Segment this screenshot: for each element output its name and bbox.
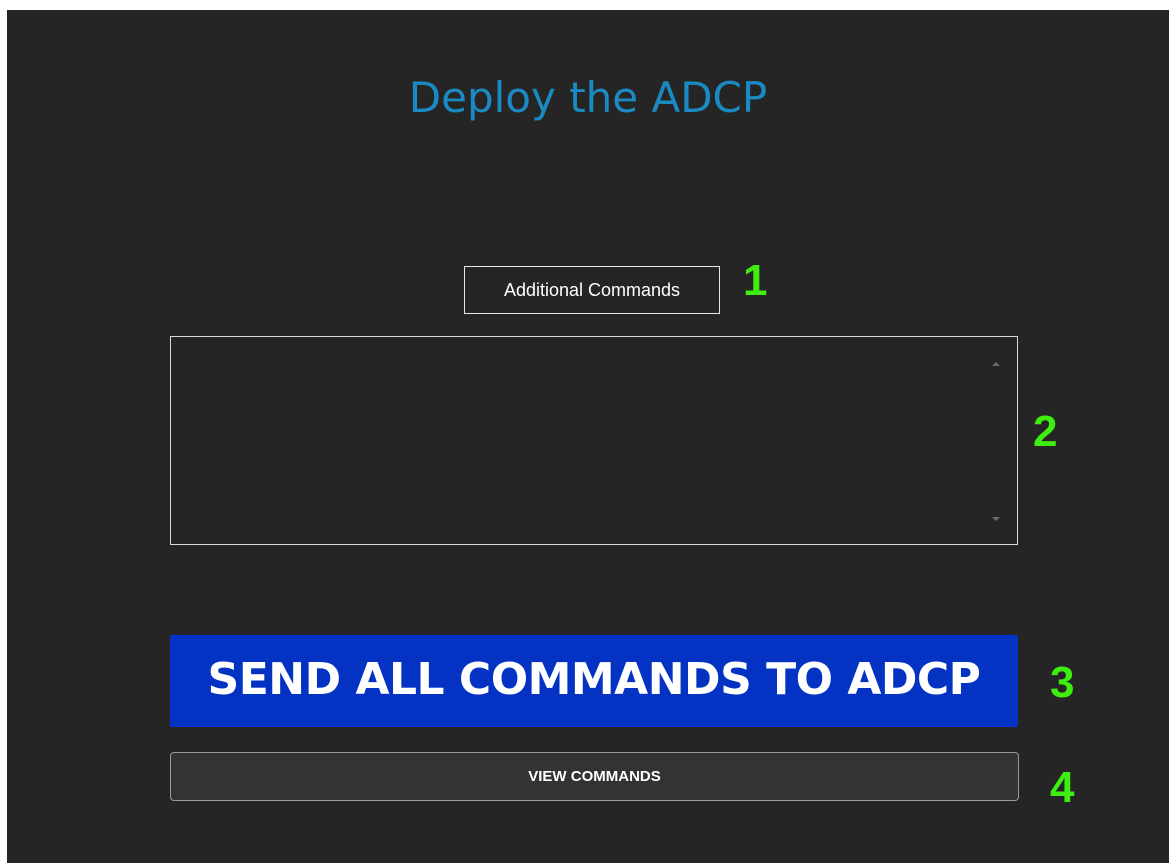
additional-commands-textarea[interactable] bbox=[170, 336, 1018, 545]
scroll-down-arrow-icon[interactable] bbox=[992, 517, 1000, 521]
page-title: Deploy the ADCP bbox=[408, 73, 768, 122]
annotation-marker-3: 3 bbox=[1050, 658, 1075, 707]
view-commands-button[interactable]: VIEW COMMANDS bbox=[170, 752, 1019, 801]
send-all-commands-button[interactable]: SEND ALL COMMANDS TO ADCP bbox=[170, 635, 1018, 727]
annotation-marker-2: 2 bbox=[1033, 407, 1058, 456]
annotation-marker-4: 4 bbox=[1050, 763, 1075, 812]
annotation-marker-1: 1 bbox=[743, 256, 768, 305]
scroll-up-arrow-icon[interactable] bbox=[992, 362, 1000, 366]
deploy-panel: Deploy the ADCP Additional Commands 1 2 … bbox=[7, 10, 1169, 863]
additional-commands-label: Additional Commands bbox=[464, 266, 720, 314]
